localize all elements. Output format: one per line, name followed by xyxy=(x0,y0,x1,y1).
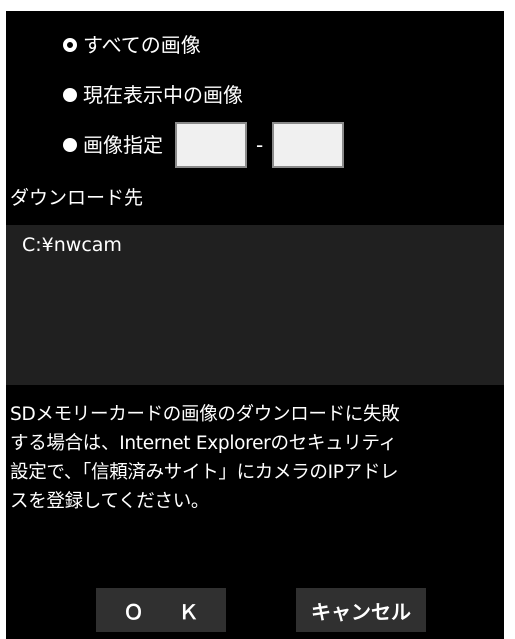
radio-current-image-indicator[interactable] xyxy=(63,88,77,102)
cancel-button[interactable]: キャンセル xyxy=(296,588,426,632)
radio-image-range-indicator[interactable] xyxy=(63,138,77,152)
radio-current-image-label: 現在表示中の画像 xyxy=(83,83,243,107)
ok-button[interactable]: Ｏ Ｋ xyxy=(96,588,226,632)
range-from-input[interactable] xyxy=(175,122,247,168)
download-path-field[interactable]: C:¥nwcam xyxy=(6,225,504,385)
radio-all-images-indicator[interactable] xyxy=(63,38,77,52)
radio-all-images-label: すべての画像 xyxy=(83,33,201,57)
range-to-input[interactable] xyxy=(272,122,345,168)
download-dialog: すべての画像 現在表示中の画像 画像指定 - ダウンロード先 C:¥nwcam … xyxy=(6,11,504,639)
radio-current-image[interactable]: 現在表示中の画像 xyxy=(63,83,243,107)
download-path-text: C:¥nwcam xyxy=(22,234,122,256)
security-notice: SDメモリーカードの画像のダウンロードに失敗 する場合は、Internet Ex… xyxy=(10,404,400,512)
radio-all-images[interactable]: すべての画像 xyxy=(63,33,201,57)
radio-image-range-label: 画像指定 xyxy=(83,133,163,157)
range-separator: - xyxy=(256,133,264,157)
radio-image-range[interactable]: 画像指定 - xyxy=(63,122,345,168)
download-destination-label: ダウンロード先 xyxy=(10,187,144,209)
